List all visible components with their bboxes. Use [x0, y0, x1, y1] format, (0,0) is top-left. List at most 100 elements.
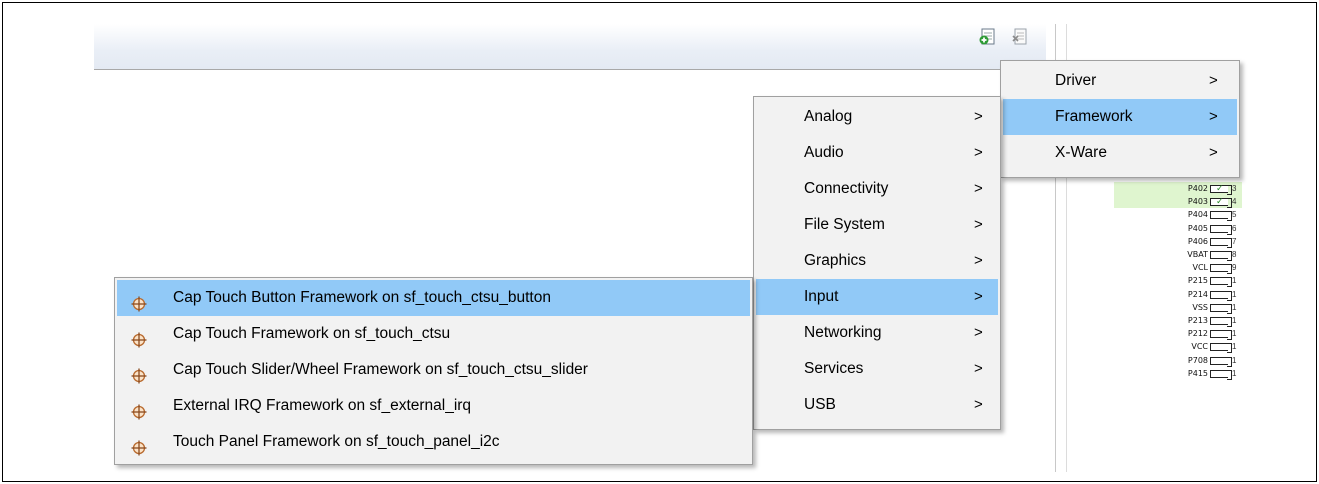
- menu-item-label: Analog: [804, 108, 853, 125]
- menu-item-cap-touch-button-framework[interactable]: Cap Touch Button Framework on sf_touch_c…: [117, 280, 750, 316]
- pin-row[interactable]: VCL 9: [1114, 261, 1242, 275]
- pin-row[interactable]: P402 ✓ 3: [1114, 182, 1242, 196]
- menu-item-label: Graphics: [804, 252, 867, 269]
- pin-name: P214: [1187, 289, 1208, 299]
- chevron-right-icon: >: [974, 180, 983, 197]
- pin-box: [1210, 290, 1232, 301]
- new-stack-menu: Driver > Framework > X-Ware >: [1000, 60, 1240, 178]
- menu-item-cap-touch-framework[interactable]: Cap Touch Framework on sf_touch_ctsu: [117, 316, 750, 352]
- menu-item-file-system[interactable]: File System >: [756, 207, 998, 243]
- crosshair-component-icon: [131, 362, 147, 384]
- chevron-right-icon: >: [974, 360, 983, 377]
- menu-item-usb[interactable]: USB >: [756, 387, 998, 423]
- menu-item-label: Connectivity: [804, 180, 889, 197]
- pin-name: P213: [1187, 316, 1208, 325]
- pin-number: 1: [1232, 302, 1237, 312]
- menu-item-analog[interactable]: Analog >: [756, 99, 998, 135]
- pin-row[interactable]: P404 5: [1114, 208, 1242, 222]
- menu-item-label: Driver: [1055, 72, 1097, 89]
- pin-name: VSS: [1192, 302, 1208, 312]
- pin-number: 1: [1232, 289, 1237, 299]
- menu-item-label: Framework: [1055, 108, 1133, 125]
- menu-item-label: Networking: [804, 324, 882, 341]
- pin-row[interactable]: P406 7: [1114, 235, 1242, 248]
- menu-item-x-ware[interactable]: X-Ware >: [1003, 135, 1237, 171]
- menu-item-label: Audio: [804, 144, 844, 161]
- menu-item-networking[interactable]: Networking >: [756, 315, 998, 351]
- menu-item-label: File System: [804, 216, 885, 233]
- pin-number: 1: [1232, 329, 1237, 339]
- pin-box: [1210, 264, 1232, 275]
- pin-name: P406: [1187, 236, 1208, 246]
- menu-item-label: Cap Touch Framework on sf_touch_ctsu: [173, 325, 451, 342]
- pin-box: [1210, 211, 1232, 222]
- pin-row[interactable]: P212 1: [1114, 327, 1242, 341]
- pin-row[interactable]: VCC 1: [1114, 340, 1242, 354]
- pin-box: [1210, 317, 1232, 327]
- pin-name: P708: [1187, 355, 1208, 365]
- pin-row[interactable]: P213 1: [1114, 314, 1242, 327]
- pin-box: [1210, 356, 1232, 367]
- menu-item-label: Services: [804, 360, 864, 377]
- menu-item-label: Cap Touch Button Framework on sf_touch_c…: [173, 289, 551, 306]
- pin-row[interactable]: VBAT 8: [1114, 248, 1242, 261]
- pin-row[interactable]: P415 1: [1114, 367, 1242, 380]
- pin-box: [1210, 237, 1232, 248]
- menu-item-label: Input: [804, 288, 839, 305]
- pin-number: 5: [1232, 210, 1237, 220]
- menu-item-connectivity[interactable]: Connectivity >: [756, 171, 998, 207]
- new-stack-icon[interactable]: [978, 27, 998, 47]
- pin-configuration-list: P402 ✓ 3 P403 ✓ 4 P404 5 P405 6 P406 7 V…: [1114, 170, 1242, 474]
- pin-name: P403: [1187, 197, 1208, 207]
- pin-number: 4: [1232, 197, 1237, 207]
- menu-item-cap-touch-slider-wheel-framework[interactable]: Cap Touch Slider/Wheel Framework on sf_t…: [117, 352, 750, 388]
- pin-number: 1: [1232, 342, 1237, 352]
- pin-row[interactable]: P403 ✓ 4: [1114, 195, 1242, 209]
- pin-name: P405: [1187, 223, 1208, 233]
- framework-category-menu: Analog > Audio > Connectivity > File Sys…: [753, 96, 1001, 430]
- menu-item-external-irq-framework[interactable]: External IRQ Framework on sf_external_ir…: [117, 388, 750, 424]
- pin-number: 1: [1232, 368, 1237, 378]
- chevron-right-icon: >: [974, 396, 983, 413]
- chevron-right-icon: >: [974, 288, 983, 305]
- pin-box: [1210, 343, 1232, 354]
- pin-name: P215: [1187, 276, 1208, 286]
- pin-box: [1210, 369, 1232, 380]
- pin-name: P415: [1187, 368, 1208, 378]
- pin-name: VCL: [1192, 263, 1208, 273]
- pin-number: 8: [1232, 250, 1237, 259]
- pin-row[interactable]: P405 6: [1114, 222, 1242, 235]
- menu-item-label: Cap Touch Slider/Wheel Framework on sf_t…: [173, 361, 588, 378]
- menu-item-audio[interactable]: Audio >: [756, 135, 998, 171]
- pin-row[interactable]: VSS 1: [1114, 301, 1242, 314]
- pin-number: 6: [1232, 223, 1237, 233]
- pin-box: [1210, 224, 1232, 235]
- pin-name: P402: [1187, 184, 1208, 193]
- pin-row[interactable]: P214 1: [1114, 288, 1242, 301]
- pin-name: P212: [1187, 329, 1208, 339]
- pin-name: P404: [1187, 210, 1208, 220]
- chevron-right-icon: >: [974, 324, 983, 341]
- menu-item-graphics[interactable]: Graphics >: [756, 243, 998, 279]
- pin-number: 7: [1232, 236, 1237, 246]
- menu-item-driver[interactable]: Driver >: [1003, 63, 1237, 99]
- menu-item-touch-panel-framework[interactable]: Touch Panel Framework on sf_touch_panel_…: [117, 424, 750, 460]
- chevron-right-icon: >: [974, 108, 983, 125]
- pin-number: 1: [1232, 276, 1237, 286]
- pin-row[interactable]: P215 1: [1114, 274, 1242, 288]
- pin-box: [1210, 251, 1232, 261]
- chevron-right-icon: >: [974, 252, 983, 269]
- pin-number: 3: [1232, 184, 1237, 193]
- pin-box: [1210, 330, 1232, 341]
- menu-item-services[interactable]: Services >: [756, 351, 998, 387]
- pin-row[interactable]: P708 1: [1114, 354, 1242, 367]
- stacks-panel-header: [94, 24, 1046, 70]
- remove-stack-icon[interactable]: [1010, 27, 1030, 47]
- pin-check-icon: ✓: [1216, 183, 1224, 193]
- crosshair-component-icon: [131, 326, 147, 348]
- menu-item-input[interactable]: Input >: [756, 279, 998, 315]
- menu-item-framework[interactable]: Framework >: [1003, 99, 1237, 135]
- pin-name: VBAT: [1187, 250, 1208, 259]
- chevron-right-icon: >: [1209, 108, 1218, 125]
- pin-name: VCC: [1191, 342, 1208, 352]
